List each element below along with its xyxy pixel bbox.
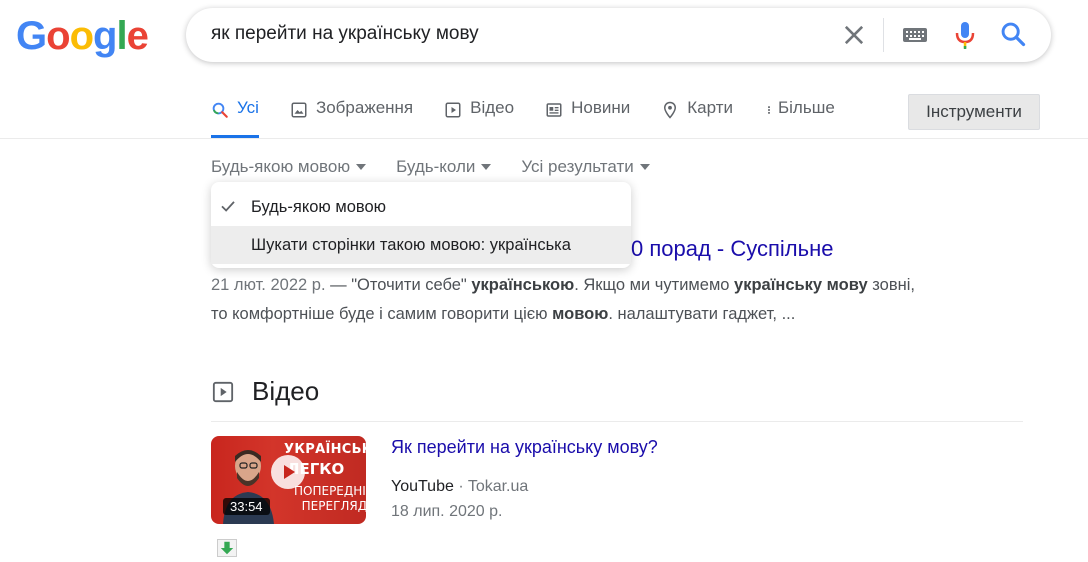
snippet-text: . налаштувати гаджет, ... xyxy=(608,305,796,323)
logo-letter: e xyxy=(126,14,149,58)
filter-label: Будь-якою мовою xyxy=(211,157,351,176)
caret-down-icon xyxy=(481,164,492,170)
language-dropdown-menu: Будь-якою мовою Шукати сторінки такою мо… xyxy=(211,182,631,268)
keyboard-icon[interactable] xyxy=(902,25,928,45)
snippet-highlight: українською xyxy=(471,276,575,294)
tab-images[interactable]: Зображення xyxy=(290,98,413,138)
tab-videos[interactable]: Відео xyxy=(444,98,514,138)
result-date: 21 лют. 2022 р. xyxy=(211,276,326,294)
logo-letter: o xyxy=(46,14,70,58)
snippet-text: зовні, xyxy=(867,276,915,294)
more-icon xyxy=(767,106,770,114)
video-channel: · Tokar.ua xyxy=(458,478,529,495)
tab-label: Відео xyxy=(470,98,515,117)
tab-more[interactable]: Більше xyxy=(764,98,835,138)
logo-letter: l xyxy=(116,14,127,58)
result-title-link[interactable]: 0 порад - Суспільне xyxy=(631,236,833,262)
tool-filters: Будь-якою мовою Будь-коли Усі результати xyxy=(211,157,680,177)
microphone-icon[interactable] xyxy=(954,20,976,50)
clear-icon[interactable] xyxy=(840,21,868,49)
snippet-text: то комфортніше буде і самим говорити ціє… xyxy=(211,305,553,323)
news-icon xyxy=(546,103,562,117)
video-date: 18 лип. 2020 р. xyxy=(391,503,503,520)
logo-letter: G xyxy=(16,14,47,58)
logo-letter: g xyxy=(93,14,117,58)
search-icon xyxy=(212,102,228,118)
menu-item-label: Шукати сторінки такою мовою: українська xyxy=(251,235,571,254)
tab-label: Карти xyxy=(687,98,733,117)
videos-divider xyxy=(211,421,1023,422)
thumbnail-preview-label: ПОПЕРЕДНІЙПЕРЕГЛЯД xyxy=(294,484,366,514)
search-divider xyxy=(883,18,884,52)
language-filter[interactable]: Будь-якою мовою xyxy=(211,157,367,177)
tab-news[interactable]: Новини xyxy=(545,98,630,138)
video-thumbnail[interactable]: УКРАЇНСЬКА ЛЕГКО ПОПЕРЕДНІЙПЕРЕГЛЯД 33:5… xyxy=(211,436,366,524)
search-box: як перейти на українську мову xyxy=(186,8,1051,62)
results-filter[interactable]: Усі результати xyxy=(521,157,650,177)
video-platform: YouTube xyxy=(391,478,454,495)
search-input[interactable]: як перейти на українську мову xyxy=(211,23,479,45)
videos-heading: Відео xyxy=(252,376,320,406)
tab-label: Більше xyxy=(777,98,835,117)
snippet-text: . Якщо ми чутимемо xyxy=(574,276,735,294)
menu-item-any-language[interactable]: Будь-якою мовою xyxy=(211,188,631,226)
play-icon[interactable] xyxy=(271,455,305,489)
snippet-text: — "Оточити себе" xyxy=(325,276,472,294)
logo-letter: o xyxy=(69,14,94,58)
video-source: YouTube · Tokar.ua xyxy=(391,478,528,496)
tools-button[interactable]: Інструменти xyxy=(908,94,1040,130)
search-icon[interactable] xyxy=(999,20,1027,48)
video-duration: 33:54 xyxy=(223,498,270,515)
tab-label: Усі xyxy=(237,98,259,117)
filter-label: Будь-коли xyxy=(396,157,476,176)
snippet-highlight: українську мову xyxy=(734,276,868,294)
caret-down-icon xyxy=(356,164,367,170)
tab-label: Новини xyxy=(571,98,631,117)
video-title-link[interactable]: Як перейти на українську мову? xyxy=(391,437,658,458)
preview-label-line: ПОПЕРЕДНІЙ xyxy=(294,484,366,498)
video-icon xyxy=(212,381,234,403)
snippet-highlight: мовою xyxy=(552,305,609,323)
thumbnail-text: УКРАЇНСЬКА xyxy=(284,442,366,457)
check-icon xyxy=(221,201,235,212)
time-filter[interactable]: Будь-коли xyxy=(396,157,492,177)
search-tabs: Усі Зображення Відео Новини Карти Більше xyxy=(211,98,866,138)
caret-down-icon xyxy=(639,164,650,170)
google-search-page: Google як перейти на українську мову Усі… xyxy=(0,0,1088,562)
preview-label-line: ПЕРЕГЛЯД xyxy=(301,499,366,513)
tab-all[interactable]: Усі xyxy=(211,98,259,138)
result-snippet: 21 лют. 2022 р. — "Оточити себе" українс… xyxy=(211,271,971,329)
download-icon[interactable] xyxy=(217,539,237,557)
google-logo[interactable]: Google xyxy=(16,14,149,59)
image-icon xyxy=(291,102,307,118)
filter-label: Усі результати xyxy=(521,157,634,176)
tabs-divider xyxy=(0,138,1088,139)
menu-item-ukrainian[interactable]: Шукати сторінки такою мовою: українська xyxy=(211,226,631,264)
tab-maps[interactable]: Карти xyxy=(661,98,733,138)
menu-item-label: Будь-якою мовою xyxy=(251,197,387,216)
map-pin-icon xyxy=(664,101,677,119)
video-icon xyxy=(445,102,461,118)
tab-label: Зображення xyxy=(315,98,414,117)
